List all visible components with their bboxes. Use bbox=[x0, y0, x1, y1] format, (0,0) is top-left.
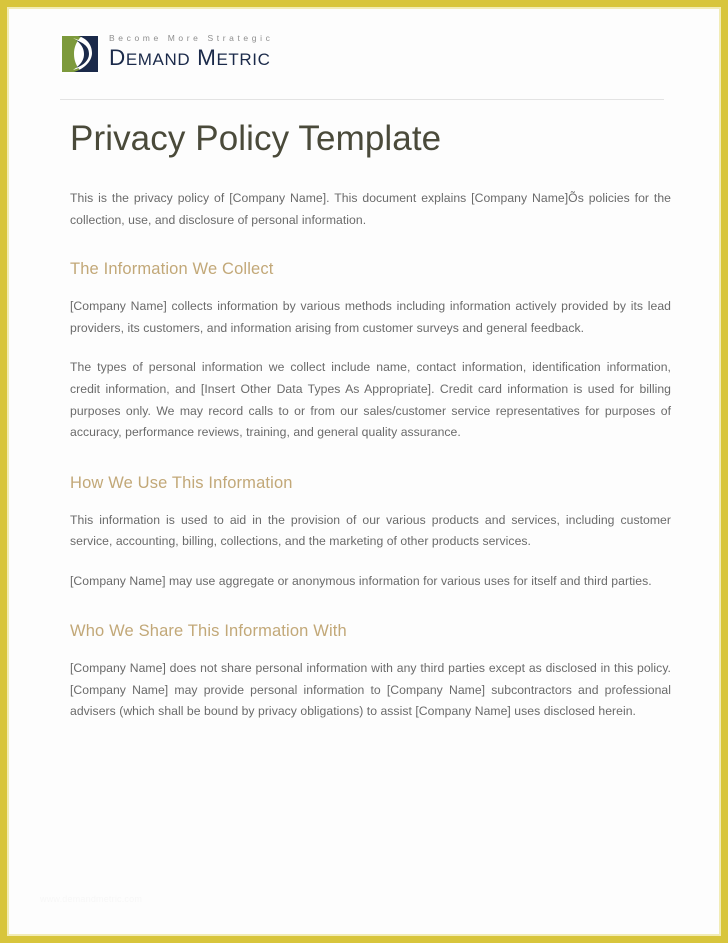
section-paragraph: This information is used to aid in the p… bbox=[70, 512, 671, 549]
page-title: Privacy Policy Template bbox=[70, 119, 442, 158]
footer-watermark: www.demandmetric.com bbox=[40, 894, 143, 904]
wordmark-d: D bbox=[109, 44, 126, 70]
section-paragraph: [Company Name] may use aggregate or anon… bbox=[70, 573, 652, 588]
brand-logo: Become More Strategic DEMAND METRIC bbox=[60, 32, 660, 74]
brand-wordmark: DEMAND METRIC bbox=[109, 44, 273, 70]
demand-metric-logo-mark-icon bbox=[60, 34, 100, 74]
section-paragraph: The types of personal information we col… bbox=[70, 360, 671, 440]
section-heading-who-we-share-this-information-with: Who We Share This Information With bbox=[70, 622, 347, 641]
wordmark-etric: ETRIC bbox=[216, 49, 271, 69]
section-heading-information-we-collect: The Information We Collect bbox=[70, 260, 274, 279]
brand-tagline: Become More Strategic bbox=[109, 33, 274, 43]
logo-text-block: Become More Strategic DEMAND METRIC bbox=[109, 32, 273, 69]
document-header: Become More Strategic DEMAND METRIC bbox=[60, 32, 660, 98]
header-divider bbox=[60, 99, 664, 100]
section-paragraph: [Company Name] does not share personal i… bbox=[70, 661, 671, 719]
wordmark-emand: EMAND bbox=[125, 49, 191, 69]
section-paragraph: [Company Name] collects information by v… bbox=[70, 299, 671, 335]
wordmark-m: M bbox=[197, 44, 217, 70]
intro-paragraph: This is the privacy policy of [Company N… bbox=[70, 191, 671, 227]
document-body: Privacy Policy Template This is the priv… bbox=[70, 119, 671, 723]
document-page: Become More Strategic DEMAND METRIC Priv… bbox=[0, 0, 728, 943]
section-heading-how-we-use-this-information: How We Use This Information bbox=[70, 473, 293, 492]
page-sheet: Become More Strategic DEMAND METRIC Priv… bbox=[7, 7, 721, 936]
